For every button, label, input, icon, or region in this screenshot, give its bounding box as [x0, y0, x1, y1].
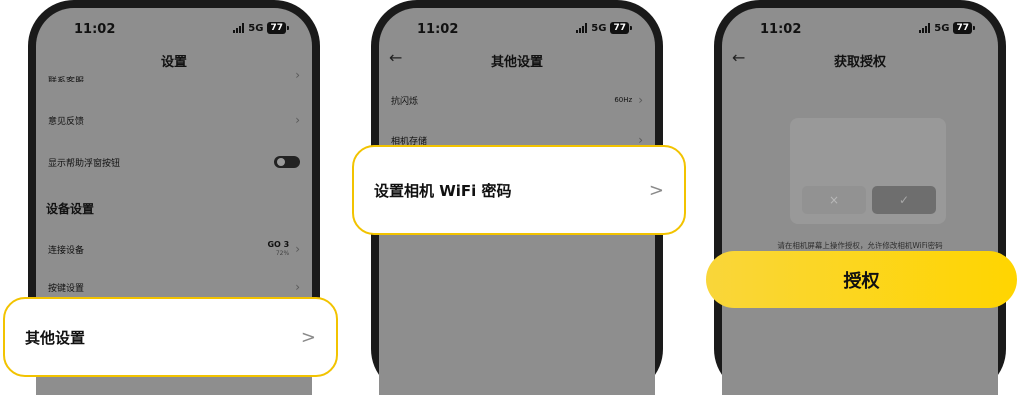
- help-float-toggle[interactable]: [274, 156, 300, 168]
- chevron-right-icon: ›: [295, 113, 300, 127]
- callout-label: 设置相机 WiFi 密码: [374, 181, 512, 200]
- settings-row-connect-device[interactable]: 连接设备 GO 3 72% ›: [48, 236, 300, 262]
- status-indicators: 5G 77: [919, 22, 975, 34]
- status-bar: 11:02 5G 77: [722, 22, 998, 40]
- chevron-right-icon: >: [648, 179, 664, 201]
- settings-row-feedback[interactable]: 意见反馈 ›: [48, 110, 300, 130]
- network-type: 5G: [934, 22, 950, 34]
- section-device-settings: 设备设置: [46, 202, 95, 216]
- authorize-hint: 请在相机屏幕上操作授权，允许修改相机WiFi密码: [777, 241, 943, 250]
- settings-row-buttons[interactable]: 按键设置 ›: [48, 277, 300, 297]
- settings-row-anti-flicker[interactable]: 抗闪烁 60Hz ›: [391, 90, 643, 110]
- status-time: 11:02: [417, 22, 459, 37]
- row-label: 抗闪烁: [391, 96, 419, 107]
- row-label: 连接设备: [48, 245, 85, 256]
- signal-icon: [576, 23, 588, 33]
- signal-icon: [919, 23, 931, 33]
- battery-icon: 77: [953, 22, 975, 34]
- row-label: 显示帮助浮窗按钮: [48, 158, 121, 169]
- battery-icon: 77: [610, 22, 632, 34]
- network-type: 5G: [248, 22, 264, 34]
- page-title: 设置: [160, 55, 187, 70]
- cancel-icon: ×: [802, 186, 866, 214]
- chevron-right-icon: ›: [295, 70, 300, 82]
- callout-other-settings[interactable]: 其他设置 >: [3, 297, 338, 377]
- page-title: 其他设置: [490, 55, 543, 70]
- row-label: 意见反馈: [48, 116, 85, 127]
- page-title: 获取授权: [833, 55, 886, 70]
- settings-row-help-float: 显示帮助浮窗按钮: [48, 152, 300, 172]
- callout-label: 其他设置: [25, 328, 86, 347]
- network-type: 5G: [591, 22, 607, 34]
- check-icon: ✓: [872, 186, 936, 214]
- row-value: 60Hz: [614, 96, 633, 104]
- device-model: GO 3: [267, 240, 290, 249]
- signal-icon: [233, 23, 245, 33]
- chevron-right-icon: ›: [638, 93, 643, 107]
- device-battery: 72%: [275, 250, 290, 257]
- status-indicators: 5G 77: [233, 22, 289, 34]
- status-time: 11:02: [760, 22, 802, 37]
- status-bar: 11:02 5G 77: [379, 22, 655, 40]
- authorize-screen: 11:02 5G 77 ← 获取授权 × ✓ 请在相机屏幕上操作授权，允许修改相…: [722, 8, 998, 395]
- status-bar: 11:02 5G 77: [36, 22, 312, 40]
- row-label: 按键设置: [48, 283, 85, 294]
- row-label: 联系客服: [48, 77, 85, 82]
- status-indicators: 5G 77: [576, 22, 632, 34]
- chevron-right-icon: ›: [295, 280, 300, 294]
- callout-set-wifi-password[interactable]: 设置相机 WiFi 密码 >: [352, 145, 686, 235]
- battery-icon: 77: [267, 22, 289, 34]
- status-time: 11:02: [74, 22, 116, 37]
- settings-row-contact[interactable]: 联系客服 ›: [48, 70, 300, 82]
- chevron-right-icon: ›: [295, 242, 300, 256]
- phone-authorize: 11:02 5G 77 ← 获取授权 × ✓ 请在相机屏幕上操作授权，允许修改相…: [714, 0, 1006, 395]
- camera-screen-illustration: × ✓: [790, 118, 946, 224]
- chevron-right-icon: >: [300, 326, 316, 348]
- authorize-button[interactable]: 授权: [706, 251, 1017, 308]
